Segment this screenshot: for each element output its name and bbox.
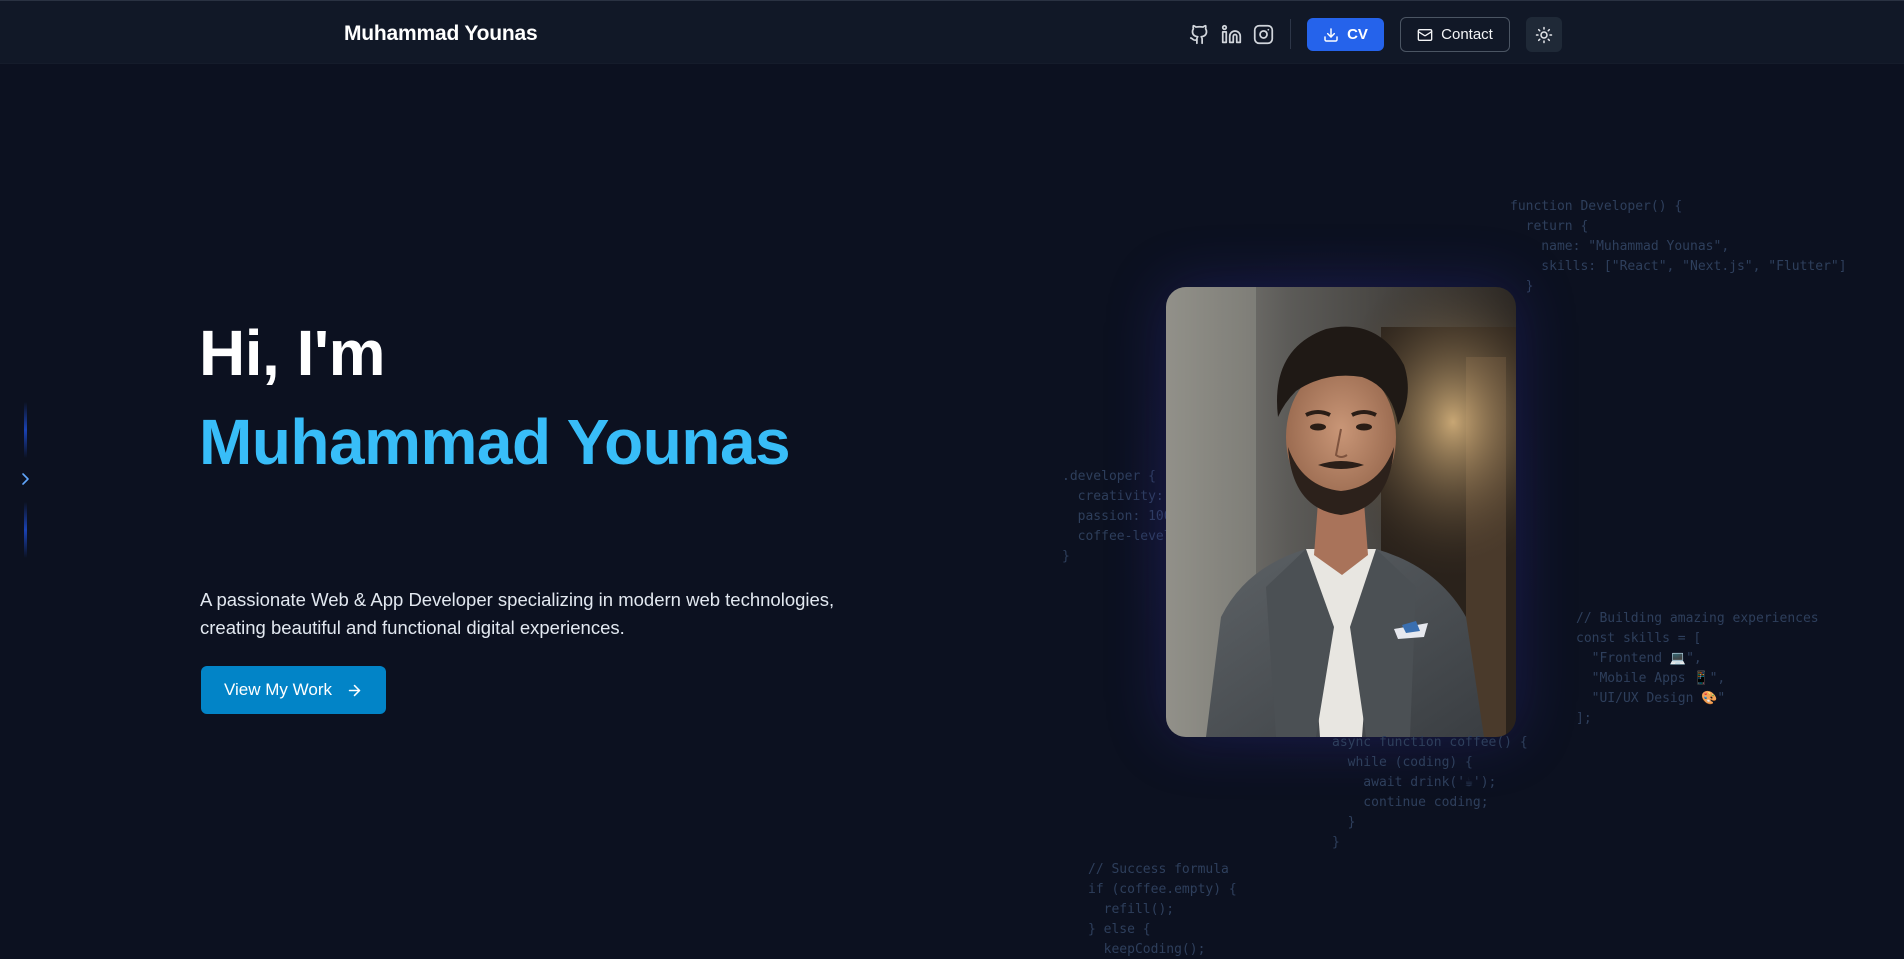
code-snippet-skills: // Building amazing experiences const sk…: [1576, 611, 1819, 726]
download-icon: [1323, 27, 1339, 43]
navbar: Muhammad Younas CV Contact: [0, 0, 1904, 64]
view-my-work-label: View My Work: [223, 680, 332, 699]
download-cv-button[interactable]: CV: [1307, 18, 1384, 51]
sun-icon: [1535, 26, 1553, 44]
theme-toggle-button[interactable]: [1526, 17, 1562, 52]
github-icon[interactable]: [1186, 21, 1212, 47]
brand-name[interactable]: Muhammad Younas: [344, 22, 538, 46]
hero-description: A passionate Web & App Developer special…: [200, 586, 900, 642]
code-snippet-developer-function: function Developer() { return { name: "M…: [1510, 199, 1847, 294]
arrow-right-icon: [346, 682, 363, 699]
nav-divider: [1290, 19, 1291, 49]
hero-name: Muhammad Younas: [199, 406, 791, 478]
linkedin-icon[interactable]: [1218, 21, 1244, 47]
hero-description-line1: A passionate Web & App Developer special…: [200, 589, 835, 610]
code-snippet-success-formula: // Success formula if (coffee.empty) { r…: [1088, 862, 1237, 957]
instagram-icon[interactable]: [1250, 21, 1276, 47]
hero-description-line2: creating beautiful and functional digita…: [200, 617, 625, 638]
code-snippet-coffee: async function coffee() { while (coding)…: [1332, 735, 1528, 850]
profile-photo: [1166, 287, 1516, 737]
cv-label: CV: [1347, 26, 1368, 43]
view-my-work-button[interactable]: View My Work: [201, 666, 386, 714]
contact-label: Contact: [1441, 26, 1493, 43]
edge-line-bottom: [24, 502, 27, 558]
contact-button[interactable]: Contact: [1400, 17, 1510, 52]
mail-icon: [1417, 27, 1433, 43]
chevron-right-icon[interactable]: [18, 468, 34, 490]
edge-line-top: [24, 402, 27, 458]
hero-greeting: Hi, I'm: [199, 317, 385, 389]
